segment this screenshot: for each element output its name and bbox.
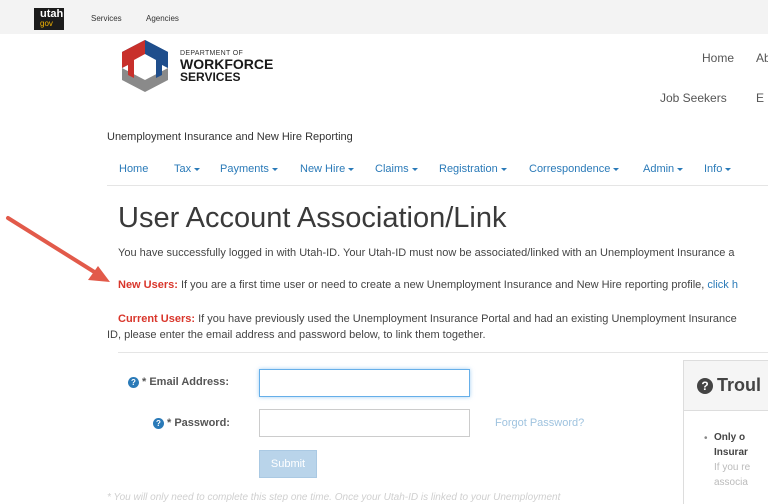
services-link[interactable]: Services	[91, 14, 122, 23]
intro-text: You have successfully logged in with Uta…	[118, 247, 735, 259]
subnav-new-hire-label: New Hire	[300, 163, 346, 175]
caret-down-icon	[194, 167, 201, 171]
caret-down-icon	[348, 167, 355, 171]
current-users-paragraph: Current Users: If you have previously us…	[118, 311, 737, 327]
divider	[118, 352, 768, 353]
trouble-panel: ? Troul • Only o Insurar If you re associ…	[683, 360, 768, 504]
sub-nav: Home Tax Payments New Hire Claims Regist…	[107, 152, 768, 186]
subnav-claims[interactable]: Claims	[375, 163, 418, 175]
subnav-correspondence[interactable]: Correspondence	[529, 163, 620, 175]
dws-wordmark: DEPARTMENT OF WORKFORCE SERVICES	[180, 50, 273, 83]
subnav-info-label: Info	[704, 163, 723, 175]
dws-name-line2: SERVICES	[180, 70, 241, 84]
password-label: ? * Password:	[153, 417, 230, 429]
trouble-panel-title: ? Troul	[697, 375, 761, 396]
main-nav-about[interactable]: Ab	[756, 51, 768, 65]
help-icon[interactable]: ?	[128, 377, 139, 388]
new-users-paragraph: New Users: If you are a first time user …	[118, 277, 738, 293]
required-mark: *	[142, 376, 147, 388]
subnav-admin[interactable]: Admin	[643, 163, 684, 175]
trouble-panel-header: ? Troul	[684, 361, 768, 411]
caret-down-icon	[613, 167, 620, 171]
dws-name-line1: WORKFORCE	[180, 56, 274, 72]
top-utility-bar: utah gov Services Agencies	[0, 0, 768, 34]
email-label: ? * Email Address:	[128, 376, 229, 388]
footnote: * You will only need to complete this st…	[107, 492, 561, 503]
submit-button[interactable]: Submit	[259, 450, 317, 478]
caret-down-icon	[677, 167, 684, 171]
subnav-payments[interactable]: Payments	[220, 163, 278, 175]
new-users-text: If you are a first time user or need to …	[177, 279, 708, 291]
subnav-home[interactable]: Home	[119, 163, 148, 175]
caret-down-icon	[271, 167, 278, 171]
new-users-label: New Users:	[118, 279, 178, 291]
trouble-line-1: Only o	[714, 432, 746, 443]
email-field[interactable]	[259, 369, 470, 397]
agencies-link[interactable]: Agencies	[146, 14, 179, 23]
trouble-line-4: associa	[714, 477, 748, 488]
bullet-icon: •	[704, 433, 708, 444]
new-users-link[interactable]: click h	[707, 279, 738, 291]
email-label-text: Email Address:	[149, 376, 230, 388]
subnav-registration-label: Registration	[439, 163, 498, 175]
annotation-arrow-icon	[6, 216, 110, 282]
utah-gov-logo[interactable]: utah gov	[34, 8, 64, 30]
caret-down-icon	[500, 167, 507, 171]
trouble-line-3: If you re	[714, 462, 751, 473]
subnav-info[interactable]: Info	[704, 163, 732, 175]
current-users-text: If you have previously used the Unemploy…	[195, 313, 737, 325]
caret-down-icon	[725, 167, 732, 171]
subnav-tax[interactable]: Tax	[174, 163, 201, 175]
required-mark: *	[167, 417, 172, 429]
current-users-line2: ID, please enter the email address and p…	[107, 329, 486, 341]
current-users-label: Current Users:	[118, 313, 196, 325]
gov-logo-text: gov	[40, 19, 53, 28]
trouble-panel-title-text: Troul	[717, 375, 761, 395]
main-nav-employers[interactable]: E	[756, 91, 764, 105]
page-title: User Account Association/Link	[118, 202, 507, 234]
subnav-home-label: Home	[119, 163, 149, 175]
help-icon[interactable]: ?	[153, 418, 164, 429]
main-nav-job-seekers[interactable]: Job Seekers	[660, 91, 727, 105]
password-label-text: Password:	[174, 417, 230, 429]
utah-logo-text: utah	[40, 8, 64, 20]
subnav-payments-label: Payments	[220, 163, 269, 175]
trouble-line-2: Insurar	[714, 447, 748, 458]
caret-down-icon	[411, 167, 418, 171]
subnav-admin-label: Admin	[643, 163, 675, 175]
subnav-registration[interactable]: Registration	[439, 163, 507, 175]
subnav-claims-label: Claims	[375, 163, 409, 175]
password-field[interactable]	[259, 409, 470, 437]
question-circle-icon: ?	[697, 378, 713, 394]
subnav-tax-label: Tax	[174, 163, 192, 175]
subnav-correspondence-label: Correspondence	[529, 163, 611, 175]
main-nav-home[interactable]: Home	[702, 51, 734, 65]
forgot-password-link[interactable]: Forgot Password?	[495, 417, 584, 429]
subnav-new-hire[interactable]: New Hire	[300, 163, 355, 175]
app-title: Unemployment Insurance and New Hire Repo…	[107, 131, 353, 143]
dws-logo-icon[interactable]	[120, 38, 170, 94]
